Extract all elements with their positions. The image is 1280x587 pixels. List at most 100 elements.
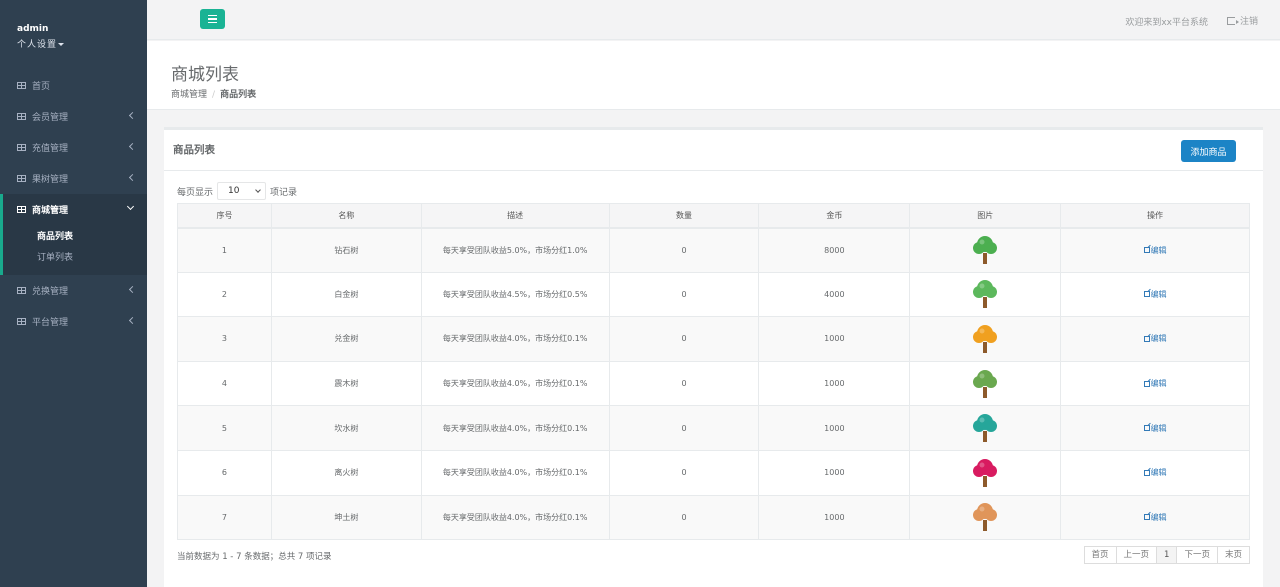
sidebar-item-mall[interactable]: 商城管理 商品列表 订单列表 bbox=[0, 194, 147, 275]
welcome-message: 欢迎来到xx平台系统 bbox=[1125, 18, 1208, 28]
table-row: 4 震木树 每天享受团队收益4.0%，市场分红0.1% 0 1000 编辑 bbox=[177, 360, 1250, 407]
breadcrumb-mall[interactable]: 商城管理 bbox=[171, 90, 207, 100]
sidebar-item-members[interactable]: 会员管理 bbox=[0, 101, 147, 132]
cell-quantity: 0 bbox=[608, 227, 760, 273]
pagination: 首页 上一页 1 下一页 末页 bbox=[1083, 546, 1250, 564]
cell-desc: 每天享受团队收益4.5%，市场分红0.5% bbox=[420, 271, 610, 318]
cell-name: 白金树 bbox=[270, 271, 422, 318]
edit-link[interactable]: 编辑 bbox=[1143, 467, 1167, 478]
cell-name: 坎水树 bbox=[270, 405, 422, 451]
pager-last[interactable]: 末页 bbox=[1216, 546, 1250, 564]
cell-image bbox=[909, 494, 1062, 541]
cell-gold: 4000 bbox=[758, 271, 911, 318]
pager-prev[interactable]: 上一页 bbox=[1115, 546, 1158, 564]
edit-link[interactable]: 编辑 bbox=[1143, 378, 1167, 389]
table-icon bbox=[17, 144, 26, 151]
cell-name: 坤土树 bbox=[270, 494, 422, 541]
tree-icon bbox=[973, 503, 998, 532]
sidebar: admin 个人设置 首页 会员管理 充值管理 果树管理 商城管理 商品列表 订… bbox=[0, 0, 147, 587]
column-header[interactable]: 金币 bbox=[758, 203, 911, 229]
pager-next[interactable]: 下一页 bbox=[1176, 546, 1218, 564]
cell-gold: 8000 bbox=[758, 227, 911, 273]
edit-link[interactable]: 编辑 bbox=[1143, 333, 1167, 344]
edit-icon bbox=[1143, 335, 1150, 342]
cell-id: 1 bbox=[177, 227, 272, 273]
edit-link[interactable]: 编辑 bbox=[1143, 512, 1167, 523]
cell-id: 4 bbox=[177, 360, 272, 407]
column-header[interactable]: 操作 bbox=[1060, 203, 1250, 229]
cell-image bbox=[909, 449, 1062, 496]
pager-page-1[interactable]: 1 bbox=[1156, 546, 1178, 564]
mall-subnav: 商品列表 订单列表 bbox=[3, 225, 147, 275]
page-length-control: 每页显示 10 项记录 bbox=[177, 182, 297, 200]
edit-icon bbox=[1143, 425, 1150, 432]
edit-icon bbox=[1143, 514, 1150, 521]
cell-name: 钻石树 bbox=[270, 227, 422, 273]
cell-actions: 编辑 bbox=[1060, 405, 1250, 451]
username: admin bbox=[17, 24, 49, 34]
cell-image bbox=[909, 405, 1062, 451]
edit-link[interactable]: 编辑 bbox=[1143, 245, 1167, 256]
cell-image bbox=[909, 360, 1062, 407]
cell-actions: 编辑 bbox=[1060, 316, 1250, 362]
cell-id: 6 bbox=[177, 449, 272, 496]
cell-desc: 每天享受团队收益4.0%，市场分红0.1% bbox=[420, 449, 610, 496]
cell-gold: 1000 bbox=[758, 494, 911, 541]
table-icon bbox=[17, 113, 26, 120]
table-row: 2 白金树 每天享受团队收益4.5%，市场分红0.5% 0 4000 编辑 bbox=[177, 271, 1250, 318]
table-icon bbox=[17, 318, 26, 325]
edit-icon bbox=[1143, 469, 1150, 476]
product-list-panel: 商品列表 添加商品 每页显示 10 项记录 序号 名称 描述 数量 金币 图片 … bbox=[164, 127, 1263, 587]
column-header[interactable]: 序号 bbox=[177, 203, 272, 229]
cell-desc: 每天享受团队收益5.0%，市场分红1.0% bbox=[420, 227, 610, 273]
cell-gold: 1000 bbox=[758, 360, 911, 407]
table-header-row: 序号 名称 描述 数量 金币 图片 操作 bbox=[177, 203, 1250, 229]
cell-quantity: 0 bbox=[608, 494, 760, 541]
sidebar-subitem-product-list[interactable]: 商品列表 bbox=[3, 227, 147, 248]
sidebar-subitem-order-list[interactable]: 订单列表 bbox=[3, 248, 147, 269]
sidebar-nav: 首页 会员管理 充值管理 果树管理 商城管理 商品列表 订单列表 兑换管理 平台… bbox=[0, 70, 147, 337]
column-header[interactable]: 数量 bbox=[608, 203, 760, 229]
sidebar-item-exchange[interactable]: 兑换管理 bbox=[0, 275, 147, 306]
cell-desc: 每天享受团队收益4.0%，市场分红0.1% bbox=[420, 316, 610, 362]
column-header[interactable]: 描述 bbox=[420, 203, 610, 229]
page-title: 商城列表 bbox=[171, 65, 239, 85]
cell-image bbox=[909, 271, 1062, 318]
sidebar-item-home[interactable]: 首页 bbox=[0, 70, 147, 101]
product-table: 序号 名称 描述 数量 金币 图片 操作 1 钻石树 每天享受团队收益5.0%，市场… bbox=[177, 203, 1250, 541]
menu-toggle-button[interactable] bbox=[200, 9, 225, 29]
column-header[interactable]: 图片 bbox=[909, 203, 1062, 229]
add-product-button[interactable]: 添加商品 bbox=[1181, 140, 1236, 162]
edit-icon bbox=[1143, 380, 1150, 387]
edit-link[interactable]: 编辑 bbox=[1143, 423, 1167, 434]
table-row: 1 钻石树 每天享受团队收益5.0%，市场分红1.0% 0 8000 编辑 bbox=[177, 227, 1250, 273]
table-icon bbox=[17, 175, 26, 182]
tree-icon bbox=[973, 458, 998, 487]
breadcrumb: 商城管理 / 商品列表 bbox=[171, 90, 257, 100]
cell-quantity: 0 bbox=[608, 405, 760, 451]
cell-image bbox=[909, 316, 1062, 362]
cell-name: 震木树 bbox=[270, 360, 422, 407]
cell-actions: 编辑 bbox=[1060, 271, 1250, 318]
sidebar-item-trees[interactable]: 果树管理 bbox=[0, 163, 147, 194]
sidebar-item-platform[interactable]: 平台管理 bbox=[0, 306, 147, 337]
cell-id: 2 bbox=[177, 271, 272, 318]
page-length-select[interactable]: 10 bbox=[217, 182, 267, 200]
cell-id: 7 bbox=[177, 494, 272, 541]
user-profile: admin 个人设置 bbox=[0, 0, 147, 70]
cell-desc: 每天享受团队收益4.0%，市场分红0.1% bbox=[420, 360, 610, 407]
edit-link[interactable]: 编辑 bbox=[1143, 289, 1167, 300]
profile-settings-dropdown[interactable]: 个人设置 bbox=[17, 37, 147, 50]
pager-first[interactable]: 首页 bbox=[1083, 546, 1117, 564]
panel-title: 商品列表 bbox=[173, 144, 215, 156]
cell-quantity: 0 bbox=[608, 316, 760, 362]
cell-id: 5 bbox=[177, 405, 272, 451]
table-row: 5 坎水树 每天享受团队收益4.0%，市场分红0.1% 0 1000 编辑 bbox=[177, 405, 1250, 451]
logout-link[interactable]: 注销 bbox=[1226, 14, 1258, 27]
cell-quantity: 0 bbox=[608, 360, 760, 407]
edit-icon bbox=[1143, 247, 1150, 254]
sidebar-item-recharge[interactable]: 充值管理 bbox=[0, 132, 147, 163]
table-icon bbox=[17, 287, 26, 294]
column-header[interactable]: 名称 bbox=[270, 203, 422, 229]
cell-desc: 每天享受团队收益4.0%，市场分红0.1% bbox=[420, 405, 610, 451]
